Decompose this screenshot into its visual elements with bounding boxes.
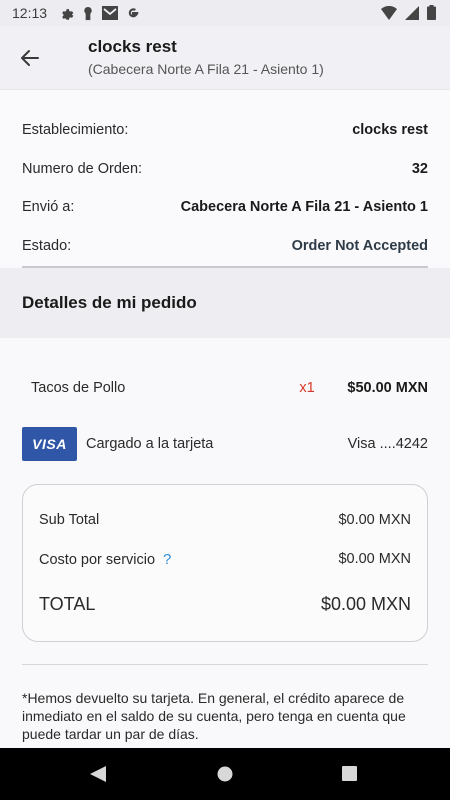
status-icons-left bbox=[59, 6, 140, 21]
battery-icon bbox=[427, 5, 436, 20]
order-details-header: Detalles de mi pedido bbox=[0, 268, 450, 338]
status-value: Order Not Accepted bbox=[291, 237, 428, 254]
subtotal-label: Sub Total bbox=[39, 512, 100, 528]
keyhole-icon bbox=[84, 6, 92, 20]
status-bar: 12:13 bbox=[0, 0, 450, 26]
sent-to-value: Cabecera Norte A Fila 21 - Asiento 1 bbox=[180, 199, 428, 216]
mail-icon bbox=[102, 6, 119, 20]
sent-to-label: Envió a: bbox=[22, 199, 75, 216]
notice-divider bbox=[22, 664, 428, 665]
google-icon bbox=[128, 8, 139, 18]
subtotal-value: $0.00 MXN bbox=[338, 512, 411, 528]
system-nav-bar bbox=[0, 748, 450, 800]
total-label: TOTAL bbox=[39, 593, 96, 614]
wifi-icon bbox=[381, 5, 397, 20]
establishment-row: Establecimiento: clocks rest bbox=[22, 111, 428, 150]
status-icons-right bbox=[381, 5, 436, 20]
nav-home-icon[interactable] bbox=[217, 766, 233, 782]
service-fee-row: Costo por servicio? $0.00 MXN bbox=[39, 539, 411, 579]
signal-icon bbox=[405, 5, 419, 20]
payment-row: VISA Cargado a la tarjeta Visa ....4242 bbox=[0, 418, 450, 470]
status-label: Estado: bbox=[22, 237, 72, 254]
order-item: Tacos de Pollo x1 $50.00 MXN bbox=[0, 358, 450, 418]
page-title: clocks rest bbox=[88, 37, 177, 56]
sent-to-row: Envió a: Cabecera Norte A Fila 21 - Asie… bbox=[22, 188, 428, 227]
app-bar: clocks rest (Cabecera Norte A Fila 21 - … bbox=[0, 26, 450, 90]
payment-label: Cargado a la tarjeta bbox=[86, 436, 214, 452]
establishment-value: clocks rest bbox=[352, 122, 428, 139]
card-number: Visa ....4242 bbox=[347, 436, 428, 452]
subtotal-row: Sub Total $0.00 MXN bbox=[39, 501, 411, 539]
status-row: Estado: Order Not Accepted bbox=[22, 227, 428, 266]
establishment-label: Establecimiento: bbox=[22, 122, 129, 139]
item-name: Tacos de Pollo bbox=[31, 380, 126, 396]
total-value: $0.00 MXN bbox=[320, 593, 411, 614]
service-fee-label: Costo por servicio bbox=[39, 551, 156, 568]
gear-icon bbox=[62, 8, 74, 20]
help-icon[interactable]: ? bbox=[163, 551, 171, 568]
order-info-section: Establecimiento: clocks rest Numero de O… bbox=[0, 90, 450, 265]
order-number-label: Numero de Orden: bbox=[22, 160, 143, 177]
status-time: 12:13 bbox=[12, 5, 48, 21]
nav-back-icon[interactable] bbox=[90, 766, 108, 782]
page-subtitle: (Cabecera Norte A Fila 21 - Asiento 1) bbox=[88, 61, 324, 77]
order-number-row: Numero de Orden: 32 bbox=[22, 150, 428, 189]
refund-notice: *Hemos devuelto su tarjeta. En general, … bbox=[22, 690, 406, 742]
back-arrow-icon[interactable] bbox=[18, 46, 42, 70]
item-qty: x1 bbox=[299, 380, 315, 396]
service-fee-label-group: Costo por servicio? bbox=[39, 551, 171, 568]
visa-card-icon: VISA bbox=[22, 427, 77, 461]
totals-box: Sub Total $0.00 MXN Costo por servicio? … bbox=[22, 484, 428, 642]
service-fee-value: $0.00 MXN bbox=[338, 551, 411, 567]
total-row: TOTAL $0.00 MXN bbox=[39, 579, 411, 629]
order-number-value: 32 bbox=[411, 160, 428, 177]
nav-recents-icon[interactable] bbox=[342, 766, 357, 781]
item-price: $50.00 MXN bbox=[347, 380, 428, 396]
